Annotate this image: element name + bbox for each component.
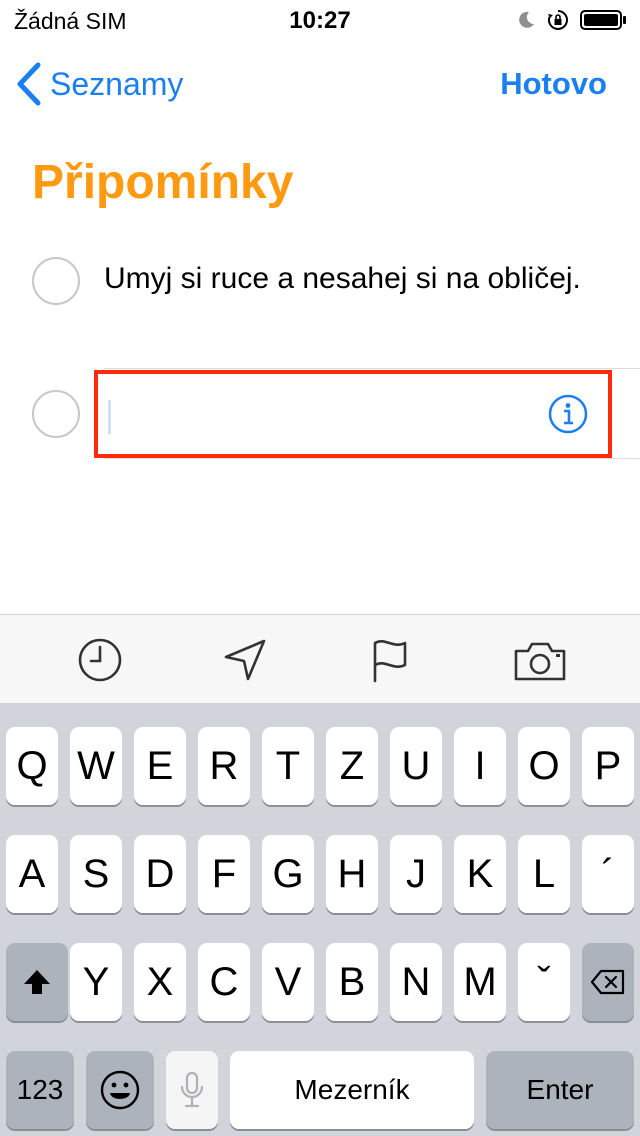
backspace-key[interactable] [582,943,634,1021]
key-h[interactable]: H [326,835,378,913]
key-caron[interactable]: ˇ [518,943,570,1021]
status-icons [516,8,628,32]
battery-icon [580,10,626,30]
list-title: Připomínky [32,156,294,209]
key-k[interactable]: K [454,835,506,913]
location-arrow-icon[interactable] [220,635,270,685]
key-d[interactable]: D [134,835,186,913]
shift-icon [24,970,50,994]
key-g[interactable]: G [262,835,314,913]
new-reminder-input[interactable] [94,370,612,458]
reminder-text[interactable]: Umyj si ruce a nesahej si na obličej. [104,257,604,301]
key-j[interactable]: J [390,835,442,913]
key-l[interactable]: L [518,835,570,913]
reminder-row: Umyj si ruce a nesahej si na obličej. [0,255,640,355]
key-r[interactable]: R [198,727,250,805]
key-t[interactable]: T [262,727,314,805]
key-a[interactable]: A [6,835,58,913]
key-c[interactable]: C [198,943,250,1021]
moon-icon [519,11,534,28]
key-y[interactable]: Y [70,943,122,1021]
key-w[interactable]: W [70,727,122,805]
input-accessory-toolbar [0,614,640,704]
chevron-left-icon [17,62,41,106]
rotation-lock-icon [548,10,568,30]
space-key[interactable]: Mezerník [230,1051,474,1129]
back-button[interactable]: Seznamy [16,62,183,106]
backspace-icon [590,969,625,995]
separator [104,458,640,459]
key-i[interactable]: I [454,727,506,805]
key-n[interactable]: N [390,943,442,1021]
dictation-key[interactable] [166,1051,218,1129]
key-m[interactable]: M [454,943,506,1021]
key-acute-accent[interactable]: ´ [582,835,634,913]
key-e[interactable]: E [134,727,186,805]
new-reminder-checkbox[interactable] [32,390,80,438]
key-z[interactable]: Z [326,727,378,805]
key-b[interactable]: B [326,943,378,1021]
back-label: Seznamy [50,65,184,102]
info-icon[interactable] [548,394,588,434]
camera-icon[interactable] [512,635,568,685]
microphone-icon [180,1071,204,1108]
key-o[interactable]: O [518,727,570,805]
numbers-key[interactable]: 123 [6,1051,74,1129]
key-x[interactable]: X [134,943,186,1021]
status-bar: Žádná SIM 10:27 [0,0,640,40]
emoji-icon [100,1070,140,1110]
key-s[interactable]: S [70,835,122,913]
text-cursor [108,400,111,434]
key-p[interactable]: P [582,727,634,805]
done-button[interactable]: Hotovo [500,66,607,102]
key-f[interactable]: F [198,835,250,913]
reminder-checkbox[interactable] [32,257,80,305]
shift-key[interactable] [6,943,68,1021]
enter-key[interactable]: Enter [486,1051,634,1129]
clock-icon[interactable] [75,635,125,685]
flag-icon[interactable] [367,635,417,685]
emoji-key[interactable] [86,1051,154,1129]
key-q[interactable]: Q [6,727,58,805]
key-u[interactable]: U [390,727,442,805]
key-v[interactable]: V [262,943,314,1021]
keyboard: Q W E R T Z U I O P A S D F G H J K L ´ … [0,703,640,1136]
